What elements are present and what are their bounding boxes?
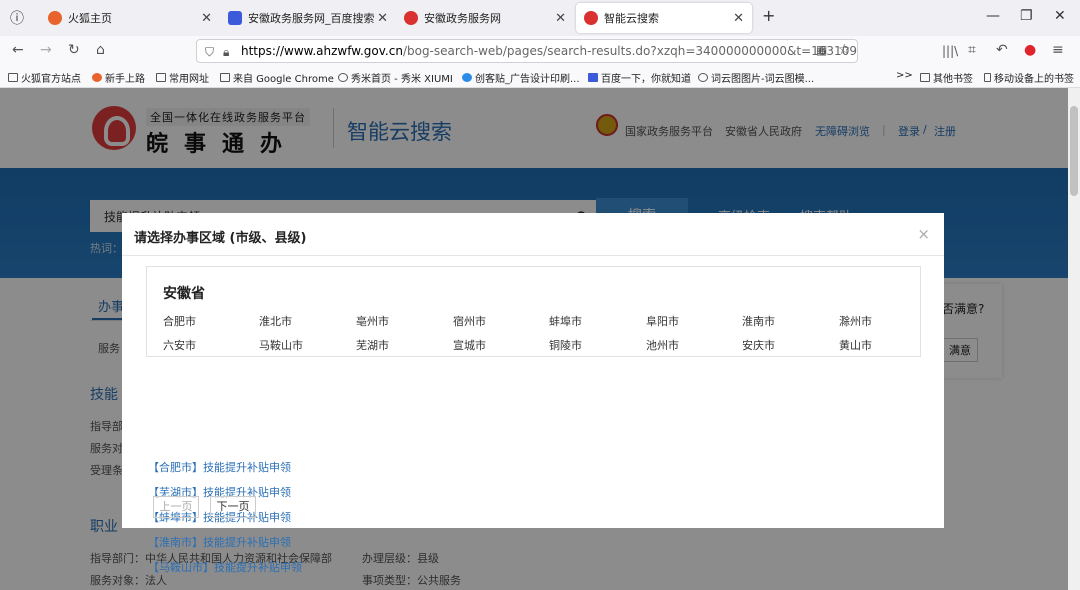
new-tab-button[interactable]: + <box>762 6 775 25</box>
city-option[interactable]: 淮南市 <box>742 313 775 329</box>
tab-ahzwfw[interactable]: 安徽政务服务网 ✕ <box>396 3 574 33</box>
city-option[interactable]: 芜湖市 <box>356 337 389 353</box>
nav-bar: ← → ↻ ⌂ ⛉ 🔒︎ https://www.ahzwfw.gov.cn/b… <box>0 36 1080 66</box>
page-scrollbar[interactable] <box>1068 88 1080 590</box>
close-icon[interactable]: ✕ <box>555 11 566 26</box>
firefox-icon <box>48 11 62 25</box>
ahzwfw-icon <box>584 11 598 25</box>
baidu-icon <box>588 73 598 82</box>
tab-smart-search[interactable]: 智能云搜索 ✕ <box>576 3 752 33</box>
baidu-icon <box>228 11 242 25</box>
qr-code-icon[interactable]: ▦ <box>816 43 827 57</box>
city-option[interactable]: 淮北市 <box>259 313 292 329</box>
web-page: 全国一体化在线政务服务平台 皖事通办 智能云搜索 国家政务服务平台 安徽省人民政… <box>0 88 1068 590</box>
library-icon[interactable]: |||\ <box>942 44 958 58</box>
city-option[interactable]: 宣城市 <box>453 337 486 353</box>
crop-icon[interactable]: ⌗ <box>968 42 976 58</box>
home-icon[interactable]: ⌂ <box>96 42 105 58</box>
url-path: /bog-search-web/pages/search-results.do?… <box>402 44 858 58</box>
close-icon[interactable]: ✕ <box>733 11 744 26</box>
city-option[interactable]: 铜陵市 <box>549 337 582 353</box>
bookmark-item[interactable]: 新手上路 <box>92 70 145 85</box>
firefox-icon <box>92 73 102 82</box>
city-option[interactable]: 马鞍山市 <box>259 337 303 353</box>
tab-firefox-home[interactable]: 火狐主页 ✕ <box>40 3 220 33</box>
lock-icon[interactable]: 🔒︎ <box>223 45 229 60</box>
tab-label: 火狐主页 <box>68 12 112 25</box>
scrollbar-thumb[interactable] <box>1070 106 1078 196</box>
tab-baidu-search[interactable]: 安徽政务服务网_百度搜索 ✕ <box>220 3 396 33</box>
dialog-title: 请选择办事区域 (市级、县级) <box>134 231 307 246</box>
next-page-button[interactable]: 下一页 <box>210 496 256 518</box>
divider <box>122 255 944 256</box>
minimize-icon[interactable]: — <box>986 8 1000 24</box>
tab-label: 智能云搜索 <box>604 12 659 25</box>
folder-icon <box>920 73 930 82</box>
undo-icon[interactable]: ↶ <box>996 42 1008 58</box>
result-link[interactable]: 【马鞍山市】技能提升补贴申领 <box>148 559 302 575</box>
bookmark-item[interactable]: 创客贴_广告设计印刷... <box>462 70 580 85</box>
bookmark-item[interactable]: 其他书签 <box>920 70 973 85</box>
region-picker: 安徽省 合肥市 淮北市 亳州市 宿州市 蚌埠市 阜阳市 淮南市 滁州市 六安市 … <box>146 266 921 357</box>
restore-icon[interactable]: ❐ <box>1020 8 1033 24</box>
forward-icon[interactable]: → <box>40 42 52 58</box>
city-option[interactable]: 宿州市 <box>453 313 486 329</box>
close-window-icon[interactable]: ✕ <box>1054 8 1066 24</box>
globe-icon <box>338 73 348 82</box>
menu-icon[interactable]: ≡ <box>1052 42 1064 58</box>
city-option[interactable]: 阜阳市 <box>646 313 679 329</box>
bookmark-item[interactable]: 移动设备上的书签 <box>984 70 1074 85</box>
bookmark-star-icon[interactable]: ☆ <box>838 42 851 58</box>
city-option[interactable]: 滁州市 <box>839 313 872 329</box>
region-select-dialog: 请选择办事区域 (市级、县级) × 安徽省 合肥市 淮北市 亳州市 宿州市 蚌埠… <box>122 213 944 574</box>
province-name[interactable]: 安徽省 <box>163 283 205 303</box>
extension-icon[interactable]: ● <box>1024 42 1036 58</box>
close-icon[interactable]: × <box>917 225 930 243</box>
chuangkit-icon <box>462 73 472 82</box>
bookmarks-more-icon[interactable]: >> <box>896 70 913 81</box>
mobile-icon <box>984 73 991 82</box>
reload-icon[interactable]: ↻ <box>68 42 80 58</box>
tab-label: 安徽政务服务网 <box>424 12 501 25</box>
ahzwfw-icon <box>404 11 418 25</box>
prev-page-button[interactable]: 上一页 <box>153 496 199 518</box>
info-icon[interactable]: ⓘ <box>10 8 24 28</box>
bookmark-item[interactable]: 来自 Google Chrome <box>220 70 334 85</box>
city-option[interactable]: 黄山市 <box>839 337 872 353</box>
result-link[interactable]: 【淮南市】技能提升补贴申领 <box>148 534 291 550</box>
result-link[interactable]: 【合肥市】技能提升补贴申领 <box>148 459 291 475</box>
folder-icon <box>8 73 18 82</box>
city-option[interactable]: 蚌埠市 <box>549 313 582 329</box>
close-icon[interactable]: ✕ <box>201 11 212 26</box>
city-option[interactable]: 六安市 <box>163 337 196 353</box>
close-icon[interactable]: ✕ <box>377 11 388 26</box>
city-option[interactable]: 池州市 <box>646 337 679 353</box>
back-icon[interactable]: ← <box>12 42 24 58</box>
bookmark-item[interactable]: 词云图图片-词云图模... <box>698 70 814 85</box>
bookmark-item[interactable]: 秀米首页 - 秀米 XIUMI <box>338 70 453 85</box>
globe-icon <box>698 73 708 82</box>
bookmark-item[interactable]: 常用网址 <box>156 70 209 85</box>
bookmark-item[interactable]: 百度一下，你就知道 <box>588 70 691 85</box>
city-option[interactable]: 合肥市 <box>163 313 196 329</box>
bookmarks-bar: 火狐官方站点 新手上路 常用网址 来自 Google Chrome 秀米首页 -… <box>0 66 1080 88</box>
url-bar[interactable]: ⛉ 🔒︎ https://www.ahzwfw.gov.cn/bog-searc… <box>196 39 858 63</box>
city-option[interactable]: 亳州市 <box>356 313 389 329</box>
folder-icon <box>220 73 230 82</box>
folder-icon <box>156 73 166 82</box>
bookmark-item[interactable]: 火狐官方站点 <box>8 70 81 85</box>
url-host: https://www.ahzwfw.gov.cn <box>241 44 403 58</box>
tab-label: 安徽政务服务网_百度搜索 <box>248 12 375 25</box>
city-option[interactable]: 安庆市 <box>742 337 775 353</box>
tab-bar: ⓘ 火狐主页 ✕ 安徽政务服务网_百度搜索 ✕ 安徽政务服务网 ✕ 智能云搜索 … <box>0 0 1080 36</box>
shield-icon[interactable]: ⛉ <box>205 45 214 60</box>
